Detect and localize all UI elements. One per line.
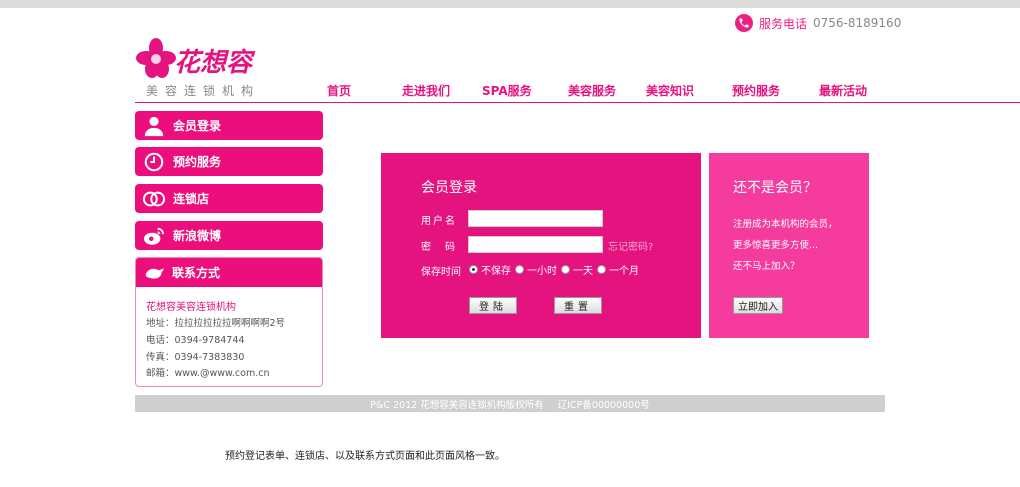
rings-icon	[141, 186, 167, 212]
logo-text: 花想容	[174, 48, 253, 78]
radio-label: 不保存	[481, 266, 511, 277]
hotline-number: 0756-8189160	[813, 16, 902, 30]
contact-title: 联系方式	[172, 266, 221, 280]
hotline-label: 服务电话	[759, 16, 808, 31]
logo-tagline: 美容连锁机构	[146, 84, 261, 98]
join-text-3: 还不马上加入？	[733, 261, 800, 272]
nav-item-beauty-service[interactable]: 美容服务	[568, 82, 616, 99]
sidebar-item-booking[interactable]: 预约服务	[135, 147, 323, 176]
contact-company: 花想容美容连锁机构	[146, 302, 236, 313]
username-label: 用户名	[421, 216, 457, 227]
forgot-password-link[interactable]: 忘记密码?	[608, 238, 653, 253]
user-icon	[141, 113, 167, 139]
phone-icon	[735, 14, 753, 32]
radio-label: 一天	[573, 266, 593, 277]
login-button[interactable]: 登陆	[469, 297, 517, 314]
join-panel: 还不是会员？ 注册成为本机构的会员， 更多惊喜更多方便... 还不马上加入？ 立…	[709, 153, 869, 338]
contact-address: 地址：拉拉拉拉拉拉啊啊啊啊2号	[146, 318, 286, 329]
contact-box: 联系方式 花想容美容连锁机构 地址：拉拉拉拉拉拉啊啊啊啊2号 电话：0394-9…	[135, 257, 323, 387]
sidebar-item-label: 新浪微博	[173, 229, 222, 243]
reset-button[interactable]: 重置	[554, 297, 602, 314]
radio-one-hour[interactable]	[515, 265, 524, 274]
login-panel: 会员登录 用户名 密 码 忘记密码? 保存时间 不保存 一小时 一天 一个月 登…	[381, 153, 701, 338]
nav-item-events[interactable]: 最新活动	[819, 82, 867, 99]
join-text-1: 注册成为本机构的会员，	[733, 219, 838, 230]
nav-item-spa[interactable]: SPA服务	[482, 82, 532, 99]
radio-no-save[interactable]	[469, 265, 478, 274]
nav-item-about[interactable]: 走进我们	[402, 82, 450, 99]
nav-item-home[interactable]: 首页	[327, 82, 351, 99]
contact-email: 邮箱：www.@www.com.cn	[146, 368, 270, 379]
remember-label: 保存时间	[421, 267, 461, 278]
nav-item-beauty-knowledge[interactable]: 美容知识	[646, 82, 694, 99]
login-title: 会员登录	[421, 180, 477, 196]
sidebar-item-label: 连锁店	[173, 192, 210, 206]
footer: P&C 2012 花想容美容连锁机构版权所有 辽ICP备00000000号	[135, 395, 885, 412]
radio-label: 一小时	[527, 266, 557, 277]
username-input[interactable]	[468, 210, 603, 227]
radio-one-day[interactable]	[561, 265, 570, 274]
flower-icon	[136, 38, 176, 78]
weibo-icon	[141, 223, 167, 249]
sidebar-item-chain-store[interactable]: 连锁店	[135, 184, 323, 213]
logo[interactable]: 花想容 美容连锁机构	[134, 36, 284, 102]
sidebar-item-weibo[interactable]: 新浪微博	[135, 221, 323, 250]
page-note: 预约登记表单、连锁店、以及联系方式页面和此页面风格一致。	[225, 451, 505, 462]
contact-phone: 电话：0394-9784744	[146, 335, 245, 346]
contact-fax: 传真：0394-7383830	[146, 352, 245, 363]
footer-copyright: P&C 2012 花想容美容连锁机构版权所有	[370, 399, 544, 411]
nav-divider	[135, 102, 1020, 103]
sidebar-item-member-login[interactable]: 会员登录	[135, 111, 323, 140]
sidebar-item-label: 会员登录	[173, 119, 222, 133]
join-now-button[interactable]: 立即加入	[733, 297, 783, 314]
clock-icon	[141, 149, 167, 175]
hotline: 服务电话 0756-8189160	[735, 13, 901, 33]
footer-icp: 辽ICP备00000000号	[557, 399, 650, 411]
bird-icon	[142, 260, 168, 286]
password-label: 密 码	[421, 242, 457, 253]
radio-one-month[interactable]	[597, 265, 606, 274]
nav-item-booking[interactable]: 预约服务	[732, 82, 780, 99]
password-input[interactable]	[468, 236, 603, 253]
top-strip	[0, 0, 1020, 8]
contact-header: 联系方式	[136, 258, 322, 287]
remember-options: 不保存 一小时 一天 一个月	[469, 262, 639, 277]
radio-label: 一个月	[609, 266, 639, 277]
sidebar-item-label: 预约服务	[173, 155, 222, 169]
join-title: 还不是会员？	[733, 180, 817, 196]
join-text-2: 更多惊喜更多方便...	[733, 240, 819, 251]
